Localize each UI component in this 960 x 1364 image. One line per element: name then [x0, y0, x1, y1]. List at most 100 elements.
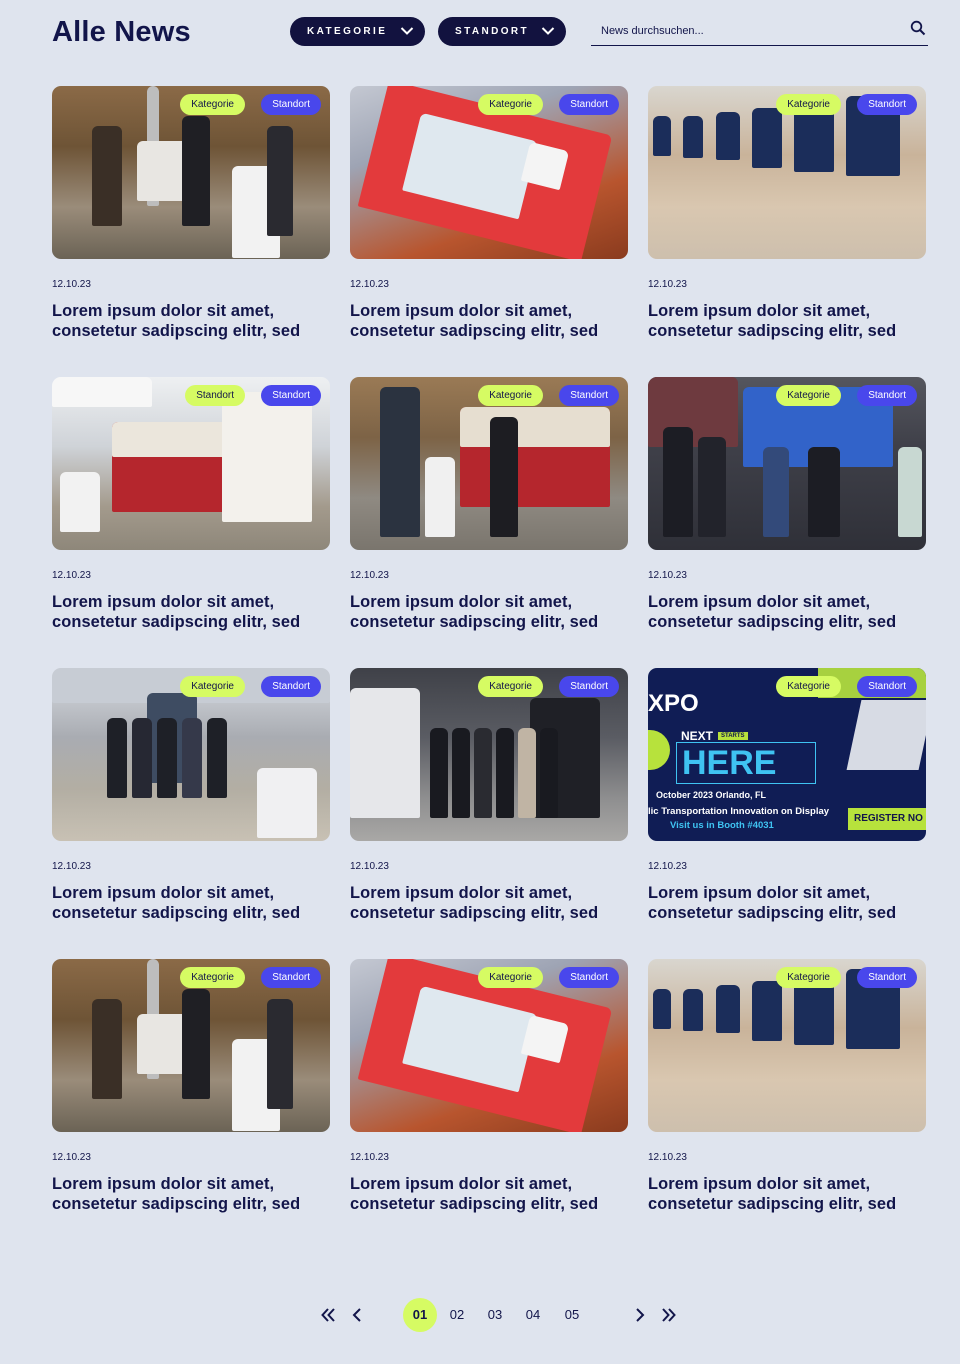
expo-date: October 2023 Orlando, FL: [656, 790, 767, 800]
category-tag[interactable]: Kategorie: [776, 967, 841, 988]
pennant: [716, 112, 740, 160]
pennant: [653, 989, 671, 1029]
news-image-bunting[interactable]: Kategorie Standort: [648, 86, 926, 259]
category-tag[interactable]: Kategorie: [478, 94, 543, 115]
news-card[interactable]: Kategorie Standort 12.10.23 Lorem ipsum …: [52, 959, 330, 1214]
news-image-signing[interactable]: Kategorie Standort: [648, 377, 926, 550]
info-poster: [222, 392, 312, 522]
page-2[interactable]: 02: [440, 1298, 474, 1332]
news-image-bunting[interactable]: Kategorie Standort: [648, 959, 926, 1132]
category-tag[interactable]: Kategorie: [478, 967, 543, 988]
news-card[interactable]: Standort Standort 12.10.23 Lorem ipsum d…: [52, 377, 330, 632]
location-tag[interactable]: Standort: [857, 94, 917, 115]
first-page-icon[interactable]: [320, 1307, 336, 1323]
news-card[interactable]: Kategorie Standort 12.10.23 Lorem ipsum …: [350, 86, 628, 341]
category-tag[interactable]: Kategorie: [180, 676, 245, 697]
news-image-booth-bode[interactable]: Kategorie Standort: [52, 959, 330, 1132]
news-image-expo-banner[interactable]: XPO NEXT STARTS HERE October 2023 Orland…: [648, 668, 926, 841]
chevron-down-icon: [400, 27, 414, 35]
location-tag[interactable]: Standort: [559, 385, 619, 406]
pennant: [752, 108, 782, 168]
location-tag[interactable]: Standort: [857, 967, 917, 988]
visitor-figure: [380, 387, 420, 537]
page-5[interactable]: 05: [555, 1298, 589, 1332]
category-tag[interactable]: Kategorie: [776, 385, 841, 406]
vw-bus-top: [112, 422, 232, 457]
post-title[interactable]: Lorem ipsum dolor sit amet, consetetur s…: [648, 301, 926, 341]
category-tag[interactable]: Kategorie: [180, 967, 245, 988]
news-image-flyer[interactable]: Kategorie Standort: [350, 959, 628, 1132]
news-image-booth-bode[interactable]: Kategorie Standort: [52, 86, 330, 259]
expo-next: NEXT: [681, 729, 714, 743]
person-figure: [182, 718, 202, 798]
post-date: 12.10.23: [52, 279, 91, 290]
person-figure: [157, 718, 177, 798]
post-date: 12.10.23: [52, 1152, 91, 1163]
last-page-icon[interactable]: [661, 1307, 677, 1323]
news-image-vw-bus-visitors[interactable]: Kategorie Standort: [350, 377, 628, 550]
news-card[interactable]: Kategorie Standort 12.10.23 Lorem ipsum …: [350, 668, 628, 923]
next-page-icon[interactable]: [632, 1307, 648, 1323]
search-icon[interactable]: [910, 20, 926, 36]
post-title[interactable]: Lorem ipsum dolor sit amet, consetetur s…: [648, 592, 926, 632]
previous-page-icon[interactable]: [349, 1307, 365, 1323]
post-title[interactable]: Lorem ipsum dolor sit amet, consetetur s…: [350, 592, 628, 632]
location-filter-dropdown[interactable]: STANDORT: [438, 17, 566, 46]
location-tag[interactable]: Standort: [857, 385, 917, 406]
news-card[interactable]: Kategorie Standort 12.10.23 Lorem ipsum …: [52, 86, 330, 341]
news-card[interactable]: Kategorie Standort 12.10.23 Lorem ipsum …: [648, 86, 926, 341]
visitor-figure: [92, 126, 122, 226]
news-card[interactable]: Kategorie Standort 12.10.23 Lorem ipsum …: [350, 959, 628, 1214]
news-card[interactable]: XPO NEXT STARTS HERE October 2023 Orland…: [648, 668, 926, 923]
search-input[interactable]: [591, 20, 891, 42]
location-tag[interactable]: Standort: [261, 94, 321, 115]
person-figure: [518, 728, 536, 818]
post-title[interactable]: Lorem ipsum dolor sit amet, consetetur s…: [52, 592, 330, 632]
category-filter-label: KATEGORIE: [307, 26, 388, 37]
category-tag[interactable]: Standort: [185, 385, 245, 406]
counter: [60, 472, 100, 532]
location-tag[interactable]: Standort: [261, 967, 321, 988]
pin-icon: [648, 730, 670, 770]
post-title[interactable]: Lorem ipsum dolor sit amet, consetetur s…: [648, 883, 926, 923]
news-card[interactable]: Kategorie Standort 12.10.23 Lorem ipsum …: [648, 377, 926, 632]
news-image-vw-bus-booth[interactable]: Standort Standort: [52, 377, 330, 550]
page-1[interactable]: 01: [403, 1298, 437, 1332]
news-image-booth-team[interactable]: Kategorie Standort: [350, 668, 628, 841]
location-tag[interactable]: Standort: [559, 94, 619, 115]
person-figure: [698, 437, 726, 537]
location-tag[interactable]: Standort: [559, 967, 619, 988]
person-figure: [540, 728, 558, 818]
category-tag[interactable]: Kategorie: [180, 94, 245, 115]
post-date: 12.10.23: [648, 1152, 687, 1163]
location-tag[interactable]: Standort: [857, 676, 917, 697]
news-card[interactable]: Kategorie Standort 12.10.23 Lorem ipsum …: [648, 959, 926, 1214]
category-tag[interactable]: Kategorie: [478, 676, 543, 697]
news-card[interactable]: Kategorie Standort 12.10.23 Lorem ipsum …: [350, 377, 628, 632]
page-4[interactable]: 04: [516, 1298, 550, 1332]
location-tag[interactable]: Standort: [261, 385, 321, 406]
post-title[interactable]: Lorem ipsum dolor sit amet, consetetur s…: [52, 301, 330, 341]
news-card[interactable]: Kategorie Standort 12.10.23 Lorem ipsum …: [52, 668, 330, 923]
post-title[interactable]: Lorem ipsum dolor sit amet, consetetur s…: [350, 1174, 628, 1214]
post-title[interactable]: Lorem ipsum dolor sit amet, consetetur s…: [350, 301, 628, 341]
category-tag[interactable]: Kategorie: [776, 676, 841, 697]
post-title[interactable]: Lorem ipsum dolor sit amet, consetetur s…: [52, 883, 330, 923]
post-date: 12.10.23: [350, 861, 389, 872]
category-tag[interactable]: Kategorie: [478, 385, 543, 406]
post-title[interactable]: Lorem ipsum dolor sit amet, consetetur s…: [350, 883, 628, 923]
category-filter-dropdown[interactable]: KATEGORIE: [290, 17, 425, 46]
vw-bus-top: [460, 407, 610, 447]
post-date: 12.10.23: [648, 570, 687, 581]
location-tag[interactable]: Standort: [261, 676, 321, 697]
news-image-flyer[interactable]: Kategorie Standort: [350, 86, 628, 259]
post-title[interactable]: Lorem ipsum dolor sit amet, consetetur s…: [52, 1174, 330, 1214]
expo-here: HERE: [682, 744, 777, 782]
post-title[interactable]: Lorem ipsum dolor sit amet, consetetur s…: [648, 1174, 926, 1214]
news-image-fair-group[interactable]: Kategorie Standort: [52, 668, 330, 841]
location-tag[interactable]: Standort: [559, 676, 619, 697]
page-3[interactable]: 03: [478, 1298, 512, 1332]
category-tag[interactable]: Kategorie: [776, 94, 841, 115]
visitor-figure: [182, 116, 210, 226]
expo-booth: Visit us in Booth #4031: [670, 820, 774, 831]
